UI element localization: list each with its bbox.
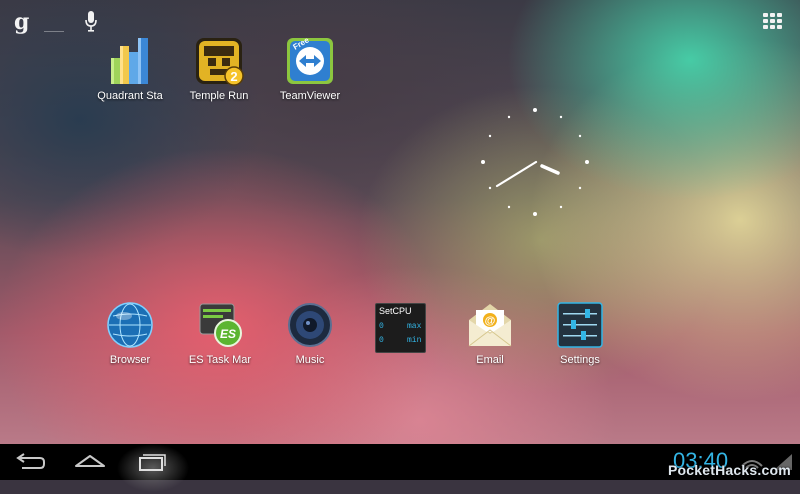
quadrant-icon (105, 36, 155, 86)
teamviewer-icon: Free (285, 35, 335, 86)
microphone-icon[interactable] (84, 10, 98, 34)
svg-text:@: @ (485, 315, 496, 327)
all-apps-grid-icon[interactable] (763, 13, 783, 29)
app-label: Browser (109, 354, 151, 366)
app-label: Music (295, 354, 325, 366)
analog-clock-widget[interactable] (476, 102, 596, 222)
setcpu-max-label: max (407, 322, 422, 331)
app-label: Quadrant Sta (97, 90, 163, 102)
app-es-task-manager[interactable]: ES ES Task Mar (180, 300, 260, 366)
setcpu-min-label: min (407, 336, 422, 345)
app-settings[interactable]: Settings (540, 300, 620, 366)
app-music[interactable]: Music (270, 300, 350, 366)
home-icon[interactable] (60, 444, 120, 480)
search-underline (44, 31, 64, 32)
globe-icon (105, 300, 155, 350)
temple-run-icon: 2 (194, 36, 244, 86)
app-label: Temple Run (189, 90, 249, 102)
sliders-icon (555, 300, 605, 350)
app-teamviewer[interactable]: Free TeamViewer (270, 35, 350, 102)
recents-icon[interactable] (120, 444, 180, 480)
back-icon[interactable] (0, 444, 60, 480)
google-g-icon[interactable]: g (14, 9, 29, 35)
app-browser[interactable]: Browser (90, 300, 170, 366)
es-task-manager-icon: ES (195, 300, 245, 350)
speaker-icon (285, 300, 335, 350)
app-quadrant[interactable]: Quadrant Sta (90, 36, 170, 102)
app-label: TeamViewer (279, 90, 341, 102)
app-label: Email (476, 354, 504, 366)
watermark: PocketHacks.com (668, 462, 791, 478)
app-label: Settings (560, 354, 600, 366)
setcpu-title: SetCPU (379, 306, 412, 316)
app-temple-run[interactable]: 2 Temple Run (179, 36, 259, 102)
temple-run-badge: 2 (230, 69, 237, 84)
setcpu-widget[interactable]: SetCPU 0 max 0 min (375, 303, 426, 353)
google-search-bar[interactable]: g (8, 6, 108, 36)
app-label: ES Task Mar (188, 354, 252, 366)
envelope-icon: @ (465, 300, 515, 350)
svg-text:ES: ES (220, 327, 236, 341)
app-email[interactable]: @ Email (450, 300, 530, 366)
setcpu-min-value: 0 (379, 336, 384, 345)
setcpu-max-value: 0 (379, 322, 384, 331)
